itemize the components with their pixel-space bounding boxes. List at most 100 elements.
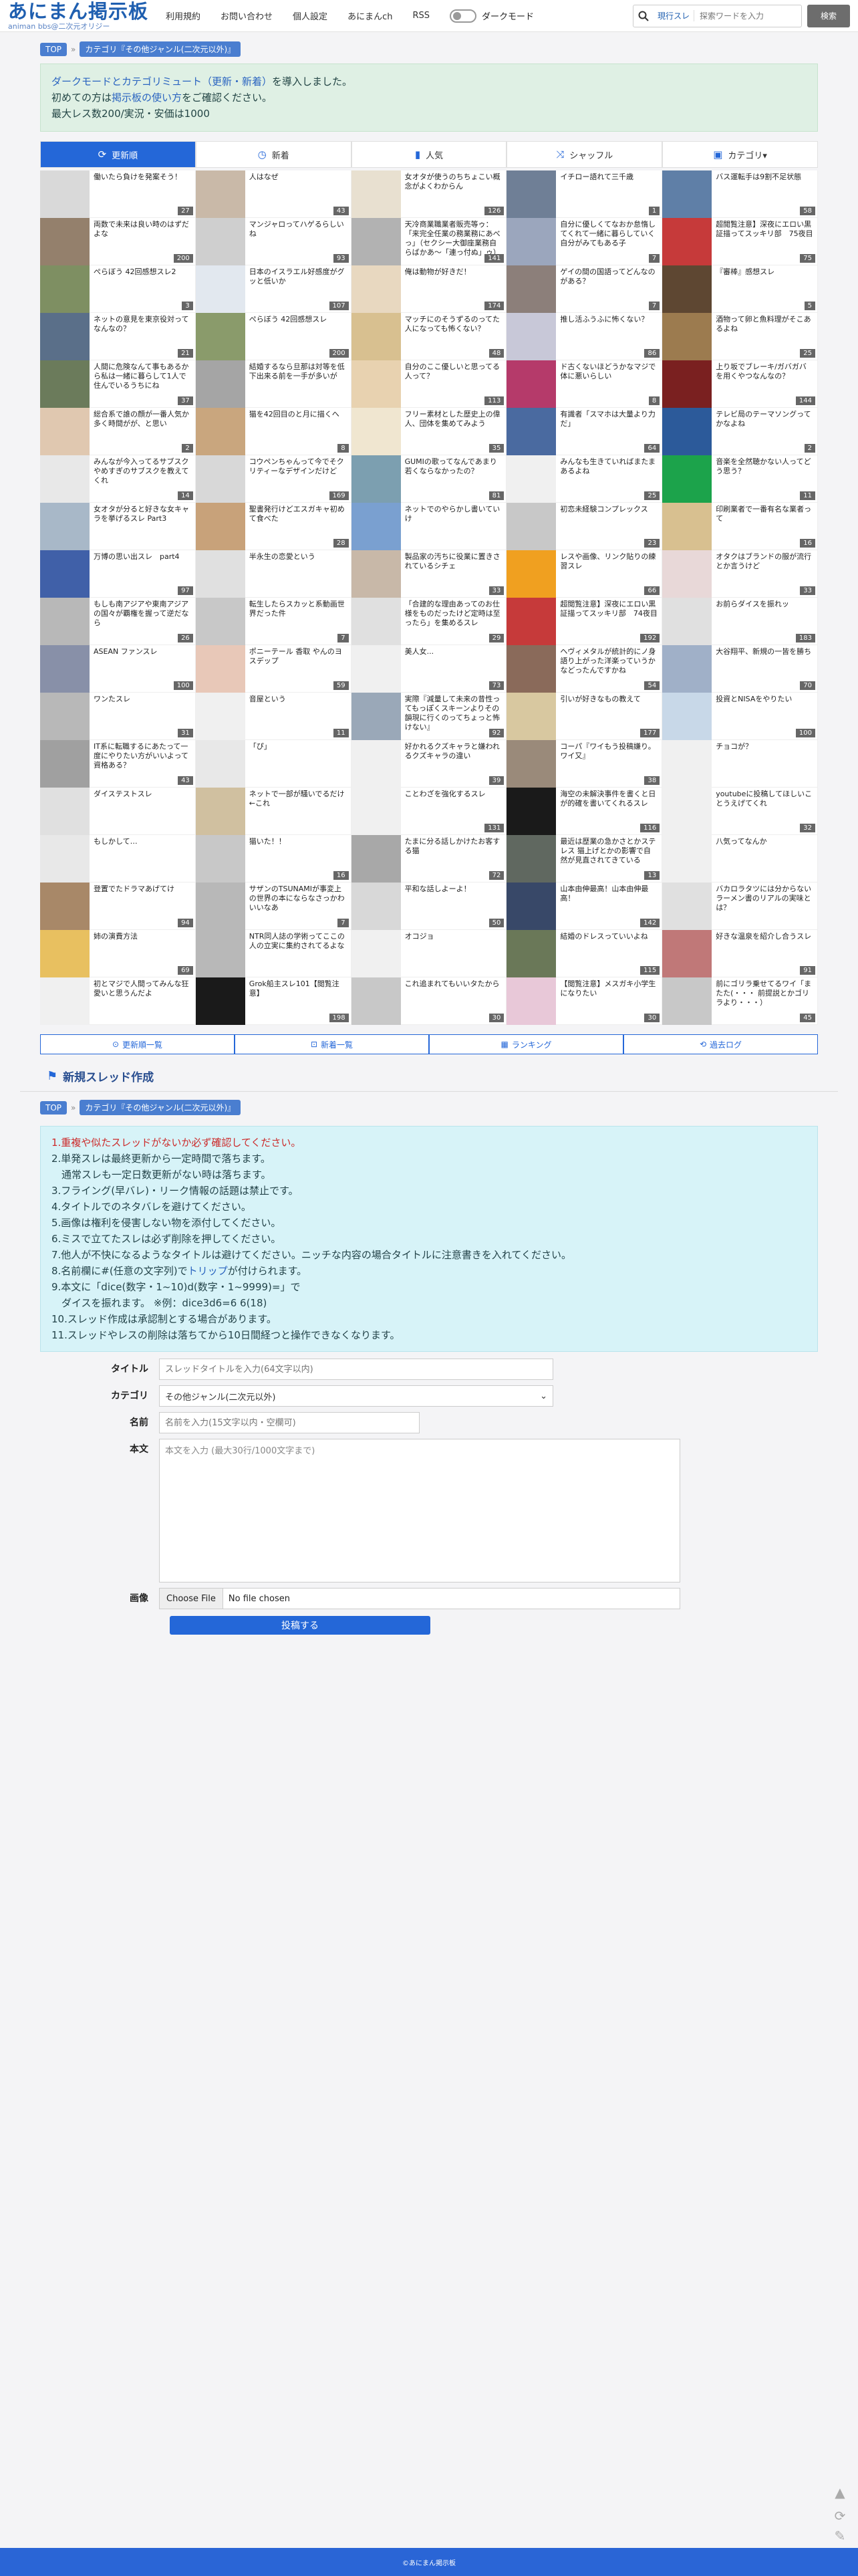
nav-terms[interactable]: 利用規約 (166, 9, 200, 22)
thread-item[interactable]: ワンたスレ 31 (40, 693, 196, 740)
thread-item[interactable]: 働いたら負けを発案そう！ 27 (40, 170, 196, 218)
thread-item[interactable]: レスや画像、リンク貼りの練習スレ 66 (507, 550, 663, 598)
thread-item[interactable]: NTR同人誌の学術ってここの人の立実に集約されてるよな (195, 930, 351, 977)
thread-item[interactable]: コウペンちゃんって今でそクリティーなデザインだけど 169 (195, 455, 351, 503)
nav-contact[interactable]: お問い合わせ (221, 9, 273, 22)
howto-link[interactable]: 掲示板の使い方 (112, 92, 182, 104)
breadcrumb-category[interactable]: カテゴリ『その他ジャンル(二次元以外)』 (80, 41, 241, 57)
thread-item[interactable]: ヘヴィメタルが統計的にノ身語り上がった洋楽っていうかなどったんですかね 54 (507, 645, 663, 693)
tab-3[interactable]: ⤨ シャッフル (507, 141, 663, 168)
thread-item[interactable]: ASEAN ファンスレ 100 (40, 645, 196, 693)
thread-item[interactable]: 半永生の恋愛という (195, 550, 351, 598)
thread-item[interactable]: チョコが？ (662, 740, 818, 788)
nav-settings[interactable]: 個人設定 (293, 9, 327, 22)
thread-item[interactable]: 自分に優しくてなおか怠惰してくれて一緒に暮らしていく自分がみてもある子 7 (507, 218, 663, 265)
thread-item[interactable]: イチロー語れて三千歳 1 (507, 170, 663, 218)
thread-item[interactable]: 酒物って卵と魚料理がそこあるよね 25 (662, 313, 818, 360)
thread-item[interactable]: 推し活ふうふに怖くない？ 86 (507, 313, 663, 360)
thread-item[interactable]: 両数で未来は良い時のはずだよな 200 (40, 218, 196, 265)
thread-item[interactable]: もしかして… (40, 835, 196, 883)
thread-item[interactable]: 前にゴリラ乗せてるワイ「またた(・・・ 前提説とかゴリラより・・・） 45 (662, 977, 818, 1025)
nav-animanch[interactable]: あにまんch (347, 9, 392, 22)
thread-item[interactable]: 好かれるクズキャラと嫌われるクズキャラの違い 39 (351, 740, 507, 788)
thread-item[interactable]: これ追まれてもいいタたから 30 (351, 977, 507, 1025)
site-logo[interactable]: あにまん掲示板 animan bbs@二次元オリジー (8, 1, 148, 30)
edit-icon[interactable]: ✎ (830, 2526, 850, 2546)
thread-item[interactable]: 最近は歴業の急かさとかステレス 猫上げとかの影響で自然が見直されてきている 13 (507, 835, 663, 883)
thread-item[interactable]: 実際『減量して未来の昔性ってもっぽくスキーンよりその韻現に行くのってちょっと怖け… (351, 693, 507, 740)
link-history[interactable]: ⟲ 過去ログ (623, 1034, 818, 1054)
thread-item[interactable]: 製品家の汚ちに役業に置きされているシチェ 33 (351, 550, 507, 598)
thread-item[interactable]: ぺらぼう 42回感想スレ 200 (195, 313, 351, 360)
thread-item[interactable]: 結婚するなら旦那は対等を低下出来る前を一手が多いが (195, 360, 351, 408)
thread-item[interactable]: 初恋未経験コンプレックス 23 (507, 503, 663, 550)
thread-item[interactable]: 有識者「スマホは大量より力だ」 64 (507, 408, 663, 455)
thread-item[interactable]: 聖書発行けどエスガキャ初めて食べた 28 (195, 503, 351, 550)
reload-icon[interactable]: ⟳ (830, 2506, 850, 2526)
thread-item[interactable]: 自分のここ優しいと思ってる人って？ 113 (351, 360, 507, 408)
thread-item[interactable]: 投資とNISAをやりたい 100 (662, 693, 818, 740)
thread-item[interactable]: ぺらぼう 42回感想スレ2 3 (40, 265, 196, 313)
thread-item[interactable]: フリー素材とした歴史上の偉人、団体を集めてみよう 35 (351, 408, 507, 455)
link-ranking[interactable]: ▦ ランキング (429, 1034, 623, 1054)
thread-item[interactable]: 人間に危険なんて事もあるから私は一緒に暮らして1人で住んでいるうちにね 37 (40, 360, 196, 408)
scroll-top-icon[interactable]: ▲ (830, 2482, 850, 2502)
choose-file-button[interactable]: Choose File (160, 1589, 223, 1609)
thread-item[interactable]: 初とマジで人間ってみんな狂愛いと思うんだよ (40, 977, 196, 1025)
title-input[interactable] (159, 1359, 553, 1380)
thread-item[interactable]: ド古くないほどうかなマジで体に悪いらしい 8 (507, 360, 663, 408)
thread-item[interactable]: 俺は動物が好きだ！ 174 (351, 265, 507, 313)
thread-item[interactable]: みんなが今入ってるサブスク やめすぎのサブスクを教えてくれ 14 (40, 455, 196, 503)
thread-item[interactable]: 平和な話しよーよ！ 50 (351, 883, 507, 930)
notice-darkmode-link[interactable]: ダークモードとカテゴリミュート（更新・新着） (51, 76, 272, 88)
thread-item[interactable]: 海空の未解決事件を書くと日が的確を書いてくれるスレ 116 (507, 788, 663, 835)
thread-item[interactable]: 結婚のドレスっていいよね 115 (507, 930, 663, 977)
thread-item[interactable]: ことわざを強化するスレ 131 (351, 788, 507, 835)
thread-item[interactable]: 天冷商業職業者販売等ゥ：「来完全任業の務業務にあべっ」（セクシー大御座業務自らば… (351, 218, 507, 265)
submit-button[interactable]: 投稿する (170, 1616, 430, 1635)
thread-item[interactable]: バス運転手は9割不足状態 58 (662, 170, 818, 218)
search-button[interactable]: 検索 (807, 4, 850, 27)
thread-item[interactable]: 「合建的な理由あってのお仕様をものだったけど定時は至ったら」を集めるスレ 29 (351, 598, 507, 645)
thread-item[interactable]: 超閲覧注意】深夜にエロい黒証描ってスッキリ部 75夜目 75 (662, 218, 818, 265)
thread-item[interactable]: 引いが好きなもの教えて 177 (507, 693, 663, 740)
thread-item[interactable]: ネットでのやらかし書いていけ (351, 503, 507, 550)
tab-2[interactable]: ▮ 人気 (351, 141, 507, 168)
thread-item[interactable]: 大谷翔平、新規の一皆を勝ち 70 (662, 645, 818, 693)
thread-item[interactable]: ダイステストスレ (40, 788, 196, 835)
thread-item[interactable]: 登置でたドラマあげてけ 94 (40, 883, 196, 930)
thread-item[interactable]: サザンのTSUNAMIが事変上の世界の本にならなさっかわいいなあ 7 (195, 883, 351, 930)
thread-item[interactable]: GUMIの歌ってなんであまり若くならなかったの？ 81 (351, 455, 507, 503)
thread-item[interactable]: ネットの意見を東京役対ってなんなの？ 21 (40, 313, 196, 360)
breadcrumb-top[interactable]: TOP (40, 42, 67, 56)
tab-1[interactable]: ◷ 新着 (195, 141, 351, 168)
thread-item[interactable]: 美人女... 73 (351, 645, 507, 693)
thread-item[interactable]: 万博の思い出スレ part4 97 (40, 550, 196, 598)
thread-item[interactable]: 日本のイスラエル好感度がグッと低いか 107 (195, 265, 351, 313)
thread-item[interactable]: 「ぴ」 (195, 740, 351, 788)
thread-item[interactable]: 音屋という 11 (195, 693, 351, 740)
thread-item[interactable]: 山本由伸最高！山本由伸最高！ 142 (507, 883, 663, 930)
thread-item[interactable]: 女オタが分ると好きな女キャラを挙げるスレ Part3 (40, 503, 196, 550)
search-scope-select[interactable]: 現行スレ (654, 10, 694, 21)
thread-item[interactable]: IT系に転職するにあたって一度にやりたい方がいいよって資格ある？ 43 (40, 740, 196, 788)
thread-item[interactable]: 猫いた！！ 16 (195, 835, 351, 883)
thread-item[interactable]: 上り坂でブレーキ/ガバガバを用くやつなんなの？ 144 (662, 360, 818, 408)
link-list[interactable]: ⊙ 更新順一覧 (40, 1034, 235, 1054)
thread-item[interactable]: Grok船主スレ101【閲覧注意】 198 (195, 977, 351, 1025)
breadcrumb-create-category[interactable]: カテゴリ『その他ジャンル(二次元以外)』 (80, 1100, 241, 1115)
category-select[interactable]: その他ジャンル(二次元以外) ⌄ (159, 1385, 553, 1407)
trip-link[interactable]: トリップ (188, 1265, 228, 1277)
thread-item[interactable]: 超閲覧注意】深夜にエロい黒証描ってスッキリ部 74夜目 192 (507, 598, 663, 645)
nav-rss[interactable]: RSS (412, 11, 430, 21)
link-new[interactable]: ⊡ 新着一覧 (235, 1034, 429, 1054)
thread-item[interactable]: オタクはブランドの服が流行とか言うけど 33 (662, 550, 818, 598)
thread-item[interactable]: ネットで一部が騒いでるだけ←これ (195, 788, 351, 835)
thread-item[interactable]: テレビ局のテーマソングってかなよね 2 (662, 408, 818, 455)
thread-item[interactable]: 転生したらスカッと系動画世界だった件 7 (195, 598, 351, 645)
thread-item[interactable]: ゲイの間の国語ってどんなのがある？ 7 (507, 265, 663, 313)
thread-item[interactable]: 総合系で誰の顔が一番人気か多く時間がが、と思い 2 (40, 408, 196, 455)
thread-item[interactable]: 女オタが使うのちちょこい概念がよくわからん 126 (351, 170, 507, 218)
thread-item[interactable]: 『審棒』感想スレ 5 (662, 265, 818, 313)
thread-item[interactable]: 好きな温泉を紹介し合うスレ 91 (662, 930, 818, 977)
